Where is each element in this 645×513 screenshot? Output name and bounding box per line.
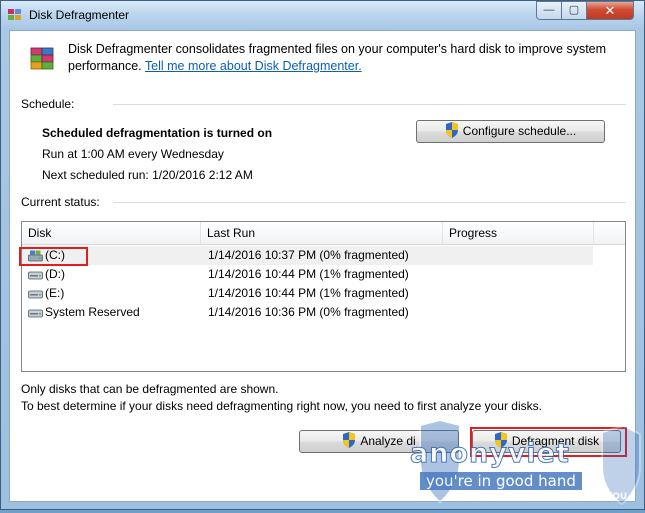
current-status-divider xyxy=(113,202,626,203)
footer-note-analyze-first: To best determine if your disks need def… xyxy=(21,399,542,413)
highlight-box-drive-c xyxy=(19,247,88,266)
configure-schedule-button[interactable]: Configure schedule... xyxy=(416,120,605,143)
disk-last-run: 1/14/2016 10:44 PM (1% fragmented) xyxy=(208,286,409,300)
defragmenter-icon xyxy=(30,47,54,70)
disk-name: System Reserved xyxy=(45,305,140,319)
maximize-icon: ▢ xyxy=(568,4,580,16)
watermark-tagline: you're in good hand xyxy=(420,472,582,490)
drive-icon xyxy=(28,290,43,299)
disk-row-d[interactable]: (D:) 1/14/2016 10:44 PM (1% fragmented) xyxy=(22,265,593,284)
column-header-disk[interactable]: Disk xyxy=(22,222,201,244)
column-header-progress[interactable]: Progress xyxy=(443,222,594,244)
close-icon: ✕ xyxy=(604,3,616,18)
minimize-button[interactable]: — xyxy=(536,1,562,20)
column-header-last-run[interactable]: Last Run xyxy=(201,222,443,244)
uac-shield-icon xyxy=(343,432,356,448)
disk-row-system-reserved[interactable]: System Reserved 1/14/2016 10:36 PM (0% f… xyxy=(22,303,593,322)
disk-list-header: Disk Last Run Progress xyxy=(22,222,625,245)
footer-note-only-defraggable: Only disks that can be defragmented are … xyxy=(21,382,279,396)
schedule-next-run: Next scheduled run: 1/20/2016 2:12 AM xyxy=(42,168,253,182)
schedule-run-at: Run at 1:00 AM every Wednesday xyxy=(42,147,224,161)
schedule-status: Scheduled defragmentation is turned on xyxy=(42,126,273,140)
disk-row-e[interactable]: (E:) 1/14/2016 10:44 PM (1% fragmented) xyxy=(22,284,593,303)
disk-list[interactable]: Disk Last Run Progress (C:) 1/14/2016 10… xyxy=(21,221,626,372)
maximize-button[interactable]: ▢ xyxy=(561,1,587,20)
disk-last-run: 1/14/2016 10:37 PM (0% fragmented) xyxy=(208,248,409,262)
close-button[interactable]: ✕ xyxy=(586,1,634,20)
schedule-divider xyxy=(113,104,626,105)
current-status-section-label: Current status: xyxy=(21,195,100,209)
disk-last-run: 1/14/2016 10:44 PM (1% fragmented) xyxy=(208,267,409,281)
schedule-section-label: Schedule: xyxy=(21,97,75,111)
learn-more-link[interactable]: Tell me more about Disk Defragmenter. xyxy=(145,59,362,73)
intro-text-block: Disk Defragmenter consolidates fragmente… xyxy=(68,41,628,75)
window-title: Disk Defragmenter xyxy=(29,8,130,22)
configure-schedule-label: Configure schedule... xyxy=(462,124,577,138)
watermark-slogan: YOU CAN DO IT. WE CAN HELP YOU xyxy=(452,492,628,502)
disk-row-c[interactable]: (C:) 1/14/2016 10:37 PM (0% fragmented) xyxy=(22,246,593,265)
drive-icon xyxy=(28,309,43,318)
disk-defragmenter-app-icon xyxy=(8,9,21,20)
uac-shield-icon xyxy=(445,122,458,138)
minimize-icon: — xyxy=(543,4,555,16)
disk-last-run: 1/14/2016 10:36 PM (0% fragmented) xyxy=(208,305,409,319)
disk-name: (D:) xyxy=(45,267,65,281)
watermark-brand: anonyviet xyxy=(410,438,570,470)
disk-name: (E:) xyxy=(45,286,65,300)
title-bar[interactable]: Disk Defragmenter — ▢ ✕ xyxy=(1,1,644,30)
drive-icon xyxy=(28,271,43,280)
anonyviet-watermark: anonyviet you're in good hand YOU CAN DO… xyxy=(402,418,642,510)
